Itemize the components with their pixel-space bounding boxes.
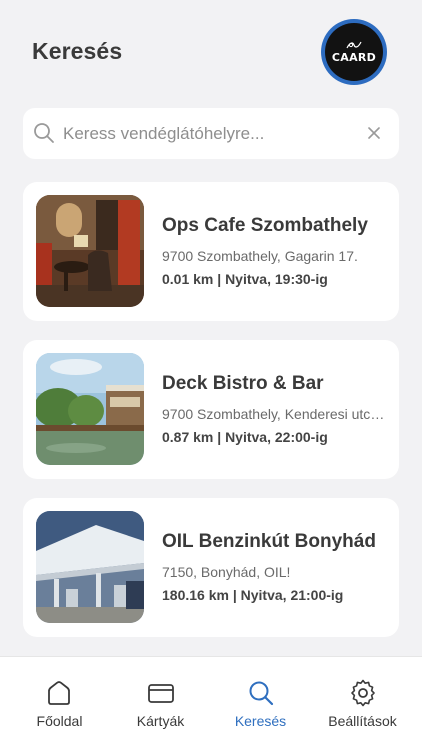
caard-logo[interactable]: CAARD (321, 19, 387, 85)
tab-home[interactable]: Főoldal (7, 657, 112, 750)
search-icon (249, 681, 274, 706)
logo-badge: CAARD (325, 23, 383, 81)
venue-distance-hours: 0.01 km | Nyitva, 19:30-ig (162, 271, 328, 287)
tab-label: Kártyák (136, 713, 185, 729)
tab-label: Beállítások (328, 713, 397, 729)
venue-address: 9700 Szombathely, Kenderesi utca 2. (162, 406, 387, 422)
tab-cards[interactable]: Kártyák (108, 657, 213, 750)
close-icon[interactable] (366, 125, 382, 141)
search-icon (34, 123, 54, 143)
gear-icon (351, 679, 375, 707)
tab-bar: Főoldal Kártyák Keresés Beállítások (0, 656, 422, 750)
venue-distance-hours: 0.87 km | Nyitva, 22:00-ig (162, 429, 328, 445)
result-card[interactable]: OIL Benzinkút Bonyhád 7150, Bonyhád, OIL… (23, 498, 399, 637)
home-icon (48, 681, 70, 705)
tab-label: Főoldal (36, 713, 83, 729)
tab-label: Keresés (234, 713, 287, 729)
result-card[interactable]: Deck Bistro & Bar 9700 Szombathely, Kend… (23, 340, 399, 479)
search-input[interactable] (63, 108, 353, 159)
venue-distance-hours: 180.16 km | Nyitva, 21:00-ig (162, 587, 344, 603)
venue-photo (36, 353, 144, 465)
logo-mark-icon (346, 41, 362, 49)
page-title: Keresés (32, 38, 123, 64)
search-bar[interactable] (23, 108, 399, 159)
result-card[interactable]: Ops Cafe Szombathely 9700 Szombathely, G… (23, 182, 399, 321)
tab-search[interactable]: Keresés (208, 657, 313, 750)
tab-settings[interactable]: Beállítások (310, 657, 415, 750)
venue-address: 7150, Bonyhád, OIL! (162, 564, 291, 580)
header: Keresés CAARD (0, 0, 422, 100)
card-icon (148, 684, 174, 703)
venue-address: 9700 Szombathely, Gagarin 17. (162, 248, 358, 264)
venue-photo (36, 195, 144, 307)
venue-name: Ops Cafe Szombathely (162, 215, 368, 236)
venue-photo (36, 511, 144, 623)
venue-name: Deck Bistro & Bar (162, 373, 324, 394)
logo-text: CAARD (331, 51, 377, 64)
venue-name: OIL Benzinkút Bonyhád (162, 531, 376, 552)
